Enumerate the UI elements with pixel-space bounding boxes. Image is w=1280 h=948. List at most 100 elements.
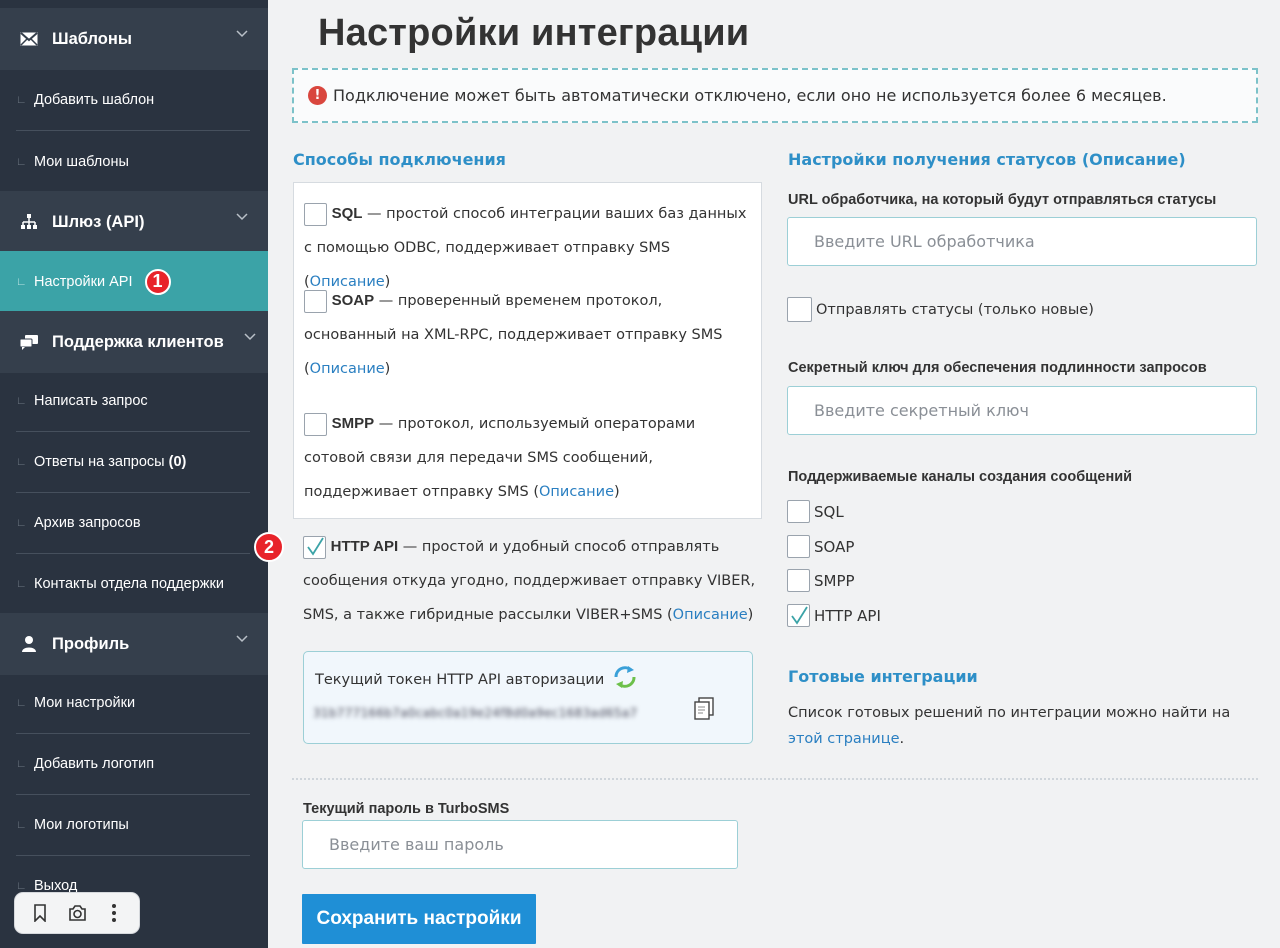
token-label: Текущий токен HTTP API авторизации bbox=[315, 672, 605, 688]
sidebar-item-add-logo[interactable]: ∟ Добавить логотип bbox=[16, 734, 250, 795]
user-icon bbox=[18, 633, 40, 655]
channel-soap: SOAP bbox=[787, 535, 854, 558]
ready-text: Список готовых решений по интеграции мож… bbox=[788, 700, 1263, 752]
sidebar-section-templates[interactable]: Шаблоны bbox=[0, 8, 268, 70]
url-label: URL обработчика, на который будут отправ… bbox=[788, 192, 1217, 208]
send-statuses-row: Отправлять статусы (только новые) bbox=[787, 297, 1094, 322]
method-name: SMPP bbox=[331, 415, 375, 432]
sidebar: Шаблоны ∟ Добавить шаблон ∟ Мои шаблоны Шл… bbox=[0, 0, 268, 948]
method-tail: ) bbox=[747, 607, 754, 623]
sidebar-item-my-settings[interactable]: ∟ Мои настройки bbox=[16, 673, 250, 734]
http-checkbox[interactable] bbox=[303, 535, 326, 559]
chevron-down-icon bbox=[236, 635, 248, 643]
sidebar-item-label: Мои настройки bbox=[34, 695, 136, 711]
method-tail: ) bbox=[384, 361, 391, 377]
status-title: Настройки получения статусов (Описание) bbox=[788, 150, 1186, 169]
sidebar-item-contacts[interactable]: ∟ Контакты отдела поддержки bbox=[16, 553, 250, 614]
description-link[interactable]: Описание bbox=[310, 361, 385, 377]
sidebar-item-archive[interactable]: ∟ Архив запросов bbox=[16, 493, 250, 554]
section-label: Шлюз (API) bbox=[52, 212, 145, 231]
channel-label: SOAP bbox=[814, 537, 855, 556]
chevron-down-icon bbox=[244, 333, 256, 341]
sidebar-item-my-logos[interactable]: ∟ Мои логотипы bbox=[16, 795, 250, 856]
channel-label: HTTP API bbox=[814, 606, 881, 625]
send-statuses-checkbox[interactable] bbox=[787, 297, 812, 322]
channel-smpp-checkbox[interactable] bbox=[787, 569, 810, 592]
notice-text: Подключение может быть автоматически отк… bbox=[333, 86, 1167, 105]
method-tail: ) bbox=[614, 484, 620, 500]
ready-tail: . bbox=[899, 731, 905, 747]
channel-soap-checkbox[interactable] bbox=[787, 535, 810, 558]
more-vert-icon[interactable] bbox=[99, 898, 129, 928]
refresh-icon[interactable] bbox=[612, 664, 638, 694]
sidebar-item-label: Контакты отдела поддержки bbox=[34, 575, 224, 592]
sidebar-item-my-templates[interactable]: ∟ Мои шаблоны bbox=[16, 131, 250, 192]
sql-checkbox[interactable] bbox=[304, 202, 327, 226]
description-link[interactable]: Описание bbox=[673, 607, 748, 623]
warning-icon: ! bbox=[308, 86, 327, 105]
soap-checkbox[interactable] bbox=[304, 289, 327, 313]
channel-http-checkbox[interactable] bbox=[787, 604, 810, 627]
divider bbox=[292, 778, 1258, 780]
token-value: 31b777166b7a0cabc0a19e24f8d0a9ec1683ad65… bbox=[313, 706, 638, 720]
chat-icon bbox=[18, 331, 40, 353]
description-link[interactable]: Описание bbox=[539, 484, 614, 500]
channel-sql: SQL bbox=[787, 500, 844, 523]
step-badge-1: 1 bbox=[144, 268, 171, 295]
ready-desc: Список готовых решений по интеграции мож… bbox=[788, 705, 1231, 721]
envelope-icon bbox=[18, 28, 40, 50]
send-statuses-label: Отправлять статусы (только новые) bbox=[816, 301, 1094, 318]
section-label: Профиль bbox=[52, 634, 130, 653]
sidebar-item-label: Добавить шаблон bbox=[34, 92, 155, 108]
sidebar-item-label: Добавить логотип bbox=[34, 756, 155, 772]
section-label: Поддержка клиентов bbox=[52, 332, 224, 351]
methods-title: Способы подключения bbox=[293, 150, 506, 169]
channel-sql-checkbox[interactable] bbox=[787, 500, 810, 523]
channel-smpp: SMPP bbox=[787, 569, 855, 592]
token-card: Текущий токен HTTP API авторизации 31b77… bbox=[303, 651, 753, 744]
secret-input[interactable] bbox=[787, 386, 1257, 435]
sidebar-section-support[interactable]: Поддержка клиентов bbox=[0, 311, 268, 373]
section-label: Шаблоны bbox=[52, 29, 132, 48]
sidebar-item-label: Архив запросов bbox=[34, 515, 141, 531]
method-soap: SOAP — проверенный временем протокол, ос… bbox=[304, 284, 754, 386]
secret-label: Секретный ключ для обеспечения подлиннос… bbox=[788, 360, 1207, 376]
method-name: SQL bbox=[331, 205, 363, 222]
sidebar-item-label: Ответы на запросы bbox=[34, 454, 165, 470]
password-input[interactable] bbox=[302, 820, 738, 869]
method-name: HTTP API bbox=[330, 538, 399, 555]
channel-label: SMPP bbox=[814, 571, 855, 590]
ready-title: Готовые интеграции bbox=[788, 667, 978, 686]
answers-count: (0) bbox=[168, 454, 187, 470]
password-label: Текущий пароль в TurboSMS bbox=[303, 801, 510, 817]
sidebar-item-answers[interactable]: ∟ Ответы на запросы (0) bbox=[16, 432, 250, 493]
smpp-checkbox[interactable] bbox=[304, 412, 327, 436]
channel-label: SQL bbox=[814, 502, 844, 521]
sidebar-item-label: Мои логотипы bbox=[34, 817, 129, 833]
lens-icon[interactable] bbox=[62, 898, 92, 928]
step-badge-2: 2 bbox=[254, 532, 284, 562]
sidebar-item-add-template[interactable]: ∟ Добавить шаблон bbox=[16, 70, 250, 131]
sidebar-item-label: Настройки API bbox=[34, 273, 133, 290]
sidebar-section-gateway[interactable]: Шлюз (API) bbox=[0, 191, 268, 253]
sidebar-item-write-request[interactable]: ∟ Написать запрос bbox=[16, 371, 250, 432]
chevron-down-icon bbox=[236, 30, 248, 38]
sidebar-item-label: Мои шаблоны bbox=[34, 153, 129, 170]
method-http: HTTP API — простой и удобный способ отпр… bbox=[303, 530, 758, 632]
notice-banner: ! Подключение может быть автоматически о… bbox=[292, 68, 1258, 123]
url-input[interactable] bbox=[787, 217, 1257, 266]
sidebar-section-profile[interactable]: Профиль bbox=[0, 613, 268, 675]
save-button[interactable]: Сохранить настройки bbox=[302, 894, 536, 944]
channel-http: HTTP API bbox=[787, 604, 881, 627]
method-name: SOAP bbox=[331, 292, 375, 309]
checkmark-icon bbox=[306, 537, 324, 556]
bookmark-icon[interactable] bbox=[25, 898, 55, 928]
sidebar-item-label: Выход bbox=[34, 877, 78, 894]
floating-toolbar bbox=[15, 893, 139, 933]
copy-icon[interactable] bbox=[693, 697, 715, 725]
network-icon bbox=[18, 211, 40, 233]
sidebar-item-api-settings[interactable]: ∟ Настройки API 1 bbox=[0, 251, 268, 312]
method-smpp: SMPP — протокол, используемый операторам… bbox=[304, 407, 754, 509]
this-page-link[interactable]: этой странице bbox=[788, 731, 900, 747]
sidebar-item-label: Написать запрос bbox=[34, 393, 148, 409]
